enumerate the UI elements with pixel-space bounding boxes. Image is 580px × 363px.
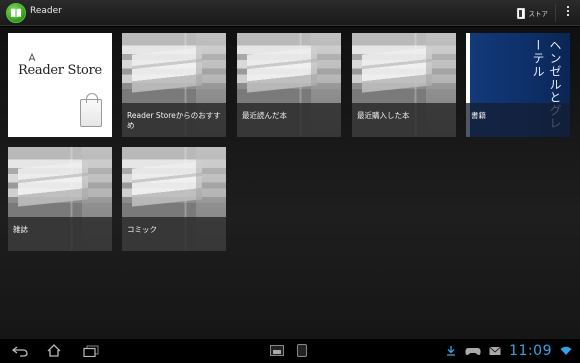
status-clock: 11:09 <box>509 343 552 359</box>
recent-apps-icon[interactable] <box>83 345 99 357</box>
tile-recommendations[interactable]: Reader Storeからのおすすめ <box>122 33 226 137</box>
mail-icon <box>489 346 501 355</box>
gamepad-icon <box>465 348 481 355</box>
tile-label-band: 雑誌 <box>8 217 112 251</box>
action-bar: Reader ストア <box>0 0 580 26</box>
download-icon <box>447 346 456 356</box>
tile-label-band: 最近読んだ本 <box>237 103 341 137</box>
reader-app-icon[interactable] <box>6 3 26 23</box>
shopping-bag-icon <box>80 93 102 127</box>
tile-magazines[interactable]: 雑誌 <box>8 147 112 251</box>
tile-label: コミック <box>127 225 157 234</box>
tile-label-band: 書籍 <box>466 103 570 137</box>
store-button-label: ストア <box>528 10 549 18</box>
tile-recently-purchased[interactable]: 最近購入した本 <box>352 33 456 137</box>
system-nav-bar: 11:09 <box>0 339 580 363</box>
wifi-icon <box>560 346 572 355</box>
library-grid: Reader Store Reader Storeからのおすすめ 最近読んだ本 … <box>0 27 580 339</box>
mini-app-remote-icon[interactable] <box>297 344 307 357</box>
tile-recently-read[interactable]: 最近読んだ本 <box>237 33 341 137</box>
action-bar-divider <box>555 4 556 22</box>
overflow-menu-icon[interactable] <box>566 6 570 20</box>
book-icon <box>11 8 21 18</box>
tile-books[interactable]: ヘンゼルとグレーテル 書籍 <box>466 33 570 137</box>
tile-label-band: Reader Storeからのおすすめ <box>122 103 226 137</box>
mini-app-icon[interactable] <box>270 345 284 356</box>
tile-label: 最近読んだ本 <box>242 111 287 120</box>
tile-label: Reader Storeからのおすすめ <box>127 111 221 130</box>
reader-store-logo-mark-icon <box>28 53 36 62</box>
store-button[interactable]: ストア <box>516 4 549 22</box>
reader-store-logo: Reader Store <box>18 63 102 78</box>
tile-label-band: コミック <box>122 217 226 251</box>
tile-comics[interactable]: コミック <box>122 147 226 251</box>
tile-label: 最近購入した本 <box>357 111 410 120</box>
tile-label: 書籍 <box>471 111 486 120</box>
home-icon[interactable] <box>47 344 61 357</box>
tile-label-band: 最近購入した本 <box>352 103 456 137</box>
status-area[interactable]: 11:09 <box>445 342 572 360</box>
tile-reader-store[interactable]: Reader Store <box>8 33 112 137</box>
back-icon[interactable] <box>12 345 28 357</box>
app-title: Reader <box>30 6 62 16</box>
store-icon <box>516 7 525 19</box>
tile-label: 雑誌 <box>13 225 28 234</box>
